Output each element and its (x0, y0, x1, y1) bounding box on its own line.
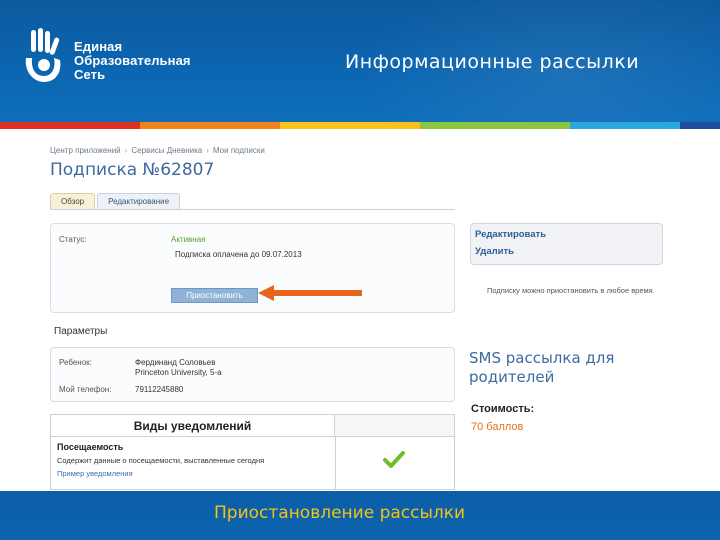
breadcrumb-item[interactable]: Сервисы Дневника (131, 146, 202, 155)
attendance-description: Содержит данные о посещаемости, выставле… (57, 456, 265, 465)
status-label: Статус: (59, 235, 87, 244)
edit-link[interactable]: Редактировать (475, 229, 546, 240)
stripe-segment (420, 122, 570, 129)
phone-label: Мой телефон: (59, 385, 112, 394)
checkmark-icon[interactable] (383, 451, 405, 469)
slide-title: Информационные рассылки (345, 51, 640, 73)
sms-title: SMS рассылка для родителей (469, 349, 615, 386)
breadcrumb-item[interactable]: Мои подписки (213, 146, 265, 155)
color-stripe (0, 122, 720, 129)
child-label: Ребенок: (59, 358, 92, 367)
stripe-segment (0, 122, 140, 129)
column-divider (335, 437, 336, 489)
breadcrumb: Центр приложений › Сервисы Дневника › Мои по… (50, 146, 265, 155)
notifications-header: Виды уведомлений (51, 415, 335, 437)
breadcrumb-item[interactable]: Центр приложений (50, 146, 121, 155)
page-title: Подписка №62807 (50, 160, 215, 180)
cost-label: Стоимость: (471, 403, 535, 415)
logo: Единая Образовательная Сеть (22, 28, 222, 92)
logo-line-2: Образовательная (74, 53, 191, 68)
child-school: Princeton University, 5-а (135, 368, 222, 377)
params-title: Параметры (54, 326, 108, 337)
arrow-pointer-icon (258, 285, 362, 301)
logo-hand-icon (25, 28, 61, 82)
example-notification-link[interactable]: Пример уведомления (57, 469, 133, 478)
stripe-segment (280, 122, 420, 129)
logo-line-3: Сеть (74, 67, 106, 82)
footer-title: Приостановление рассылки (214, 503, 466, 523)
stripe-segment (570, 122, 680, 129)
slide-header: Единая Образовательная Сеть Информационн… (0, 0, 720, 122)
phone-value: 79112245880 (135, 385, 184, 394)
params-panel: Ребенок: Фердинанд Соловьев Princeton Un… (50, 347, 455, 402)
tab-edit[interactable]: Редактирование (97, 193, 181, 209)
attendance-title: Посещаемость (57, 442, 124, 452)
cost-value: 70 баллов (471, 421, 524, 433)
pause-button[interactable]: Приостановить (171, 288, 258, 303)
logo-text: Единая Образовательная Сеть (74, 40, 191, 82)
notifications-table: Виды уведомлений Посещаемость Содержит д… (50, 414, 455, 490)
delete-link[interactable]: Удалить (475, 246, 514, 257)
child-name: Фердинанд Соловьев (135, 358, 216, 367)
logo-line-1: Единая (74, 39, 123, 54)
paid-until-text: Подписка оплачена до 09.07.2013 (175, 250, 302, 259)
stripe-segment (680, 122, 720, 129)
notifications-header-cell (335, 415, 454, 437)
tab-bar: Обзор Редактирование (50, 193, 182, 209)
stripe-segment (140, 122, 280, 129)
actions-panel: Редактировать Удалить (470, 223, 663, 265)
tab-divider (50, 209, 455, 210)
pause-note: Подписку можно приостановить в любое вре… (487, 286, 655, 295)
tab-overview[interactable]: Обзор (50, 193, 96, 209)
status-value: Активная (171, 235, 206, 244)
